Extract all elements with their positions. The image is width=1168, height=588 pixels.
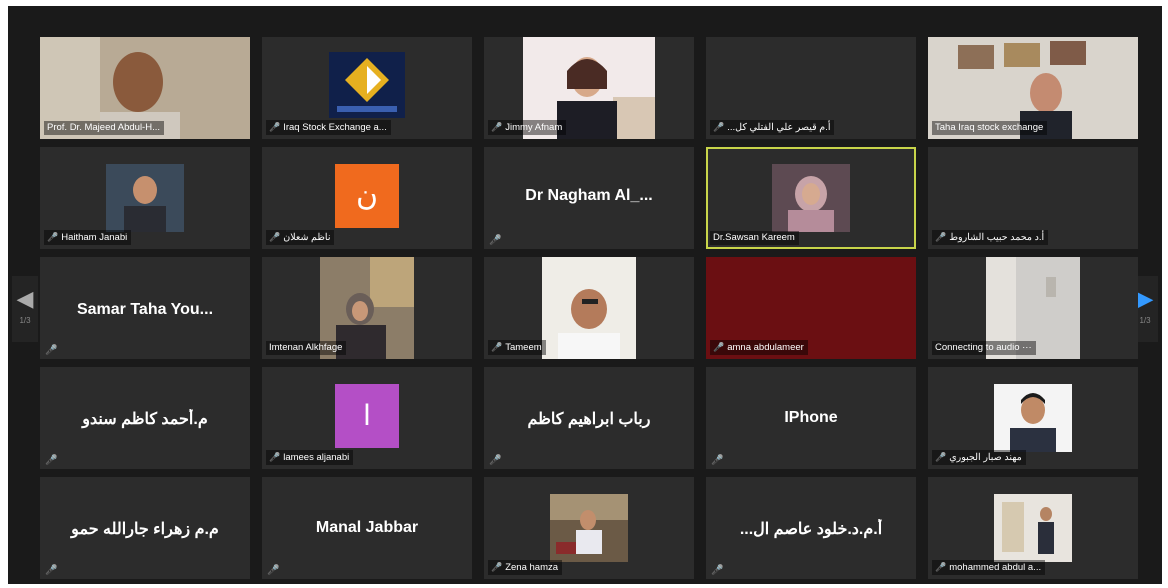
participant-tile[interactable]: Taha Iraq stock exchange bbox=[928, 37, 1138, 139]
participant-tile[interactable]: l 🎤 lamees aljanabi bbox=[262, 367, 472, 469]
participant-tile[interactable]: ...أ.م.د.خلود عاصم ال 🎤 bbox=[706, 477, 916, 579]
participant-label: 🎤 ...أ.م قيصر علي الفتلي كل bbox=[710, 120, 835, 135]
participant-label: 🎤 أ.د محمد حبيب الشاروط bbox=[932, 230, 1049, 245]
muted-mic-icon: 🎤 bbox=[45, 345, 58, 356]
participant-name: IPhone bbox=[784, 409, 838, 426]
muted-mic-icon: 🎤 bbox=[935, 562, 947, 572]
muted-mic-icon: 🎤 bbox=[269, 452, 281, 462]
participant-label: 🎤 Tameem bbox=[488, 340, 546, 355]
participant-label: 🎤 mohammed abdul a... bbox=[932, 560, 1046, 575]
participant-name: م.م زهراء جارالله حمو bbox=[71, 521, 219, 538]
participant-video bbox=[772, 164, 850, 232]
participant-tile[interactable]: 🎤 Haitham Janabi bbox=[40, 147, 250, 249]
participant-label: 🎤 ناظم شعلان bbox=[266, 230, 335, 245]
participant-tile[interactable]: Imtenan Alkhfage bbox=[262, 257, 472, 359]
participant-tile[interactable]: Samar Taha You... 🎤 bbox=[40, 257, 250, 359]
muted-mic-icon: 🎤 bbox=[45, 455, 58, 466]
iraq-stock-exchange-logo bbox=[329, 52, 405, 118]
participant-tile[interactable]: 🎤 Iraq Stock Exchange a... bbox=[262, 37, 472, 139]
muted-mic-icon: 🎤 bbox=[711, 565, 724, 576]
muted-mic-icon: 🎤 bbox=[491, 562, 503, 572]
participant-tile[interactable]: 🎤 mohammed abdul a... bbox=[928, 477, 1138, 579]
page-indicator-left: 1/3 bbox=[19, 316, 31, 325]
muted-mic-icon: 🎤 bbox=[45, 565, 58, 576]
muted-mic-icon: 🎤 bbox=[711, 455, 724, 466]
muted-mic-icon: 🎤 bbox=[713, 122, 725, 132]
participant-tile[interactable]: Dr Nagham Al_... 🎤 bbox=[484, 147, 694, 249]
participant-label: Dr.Sawsan Kareem bbox=[710, 231, 799, 245]
participant-name: Dr Nagham Al_... bbox=[525, 187, 653, 204]
muted-mic-icon: 🎤 bbox=[489, 455, 502, 466]
participant-tile-active-speaker[interactable]: Dr.Sawsan Kareem bbox=[706, 147, 916, 249]
participant-name: رباب ابراهيم كاظم bbox=[527, 411, 651, 428]
participant-video bbox=[550, 494, 628, 562]
participant-label: Prof. Dr. Majeed Abdul-H... bbox=[44, 121, 164, 135]
meeting-window: ◀ 1/3 ▶ 1/3 Prof. Dr. Majeed Abdul-H... bbox=[8, 6, 1162, 584]
participant-tile[interactable]: Connecting to audio ··· bbox=[928, 257, 1138, 359]
muted-mic-icon: 🎤 bbox=[269, 122, 281, 132]
participant-tile[interactable]: 🎤 ...أ.م قيصر علي الفتلي كل bbox=[706, 37, 916, 139]
participant-tile[interactable]: 🎤 Zena hamza bbox=[484, 477, 694, 579]
muted-mic-icon: 🎤 bbox=[935, 452, 947, 462]
participant-tile[interactable]: Manal Jabbar 🎤 bbox=[262, 477, 472, 579]
muted-mic-icon: 🎤 bbox=[267, 565, 280, 576]
muted-mic-icon: 🎤 bbox=[269, 232, 281, 242]
participant-video bbox=[106, 164, 184, 232]
prev-page-button[interactable]: ◀ 1/3 bbox=[12, 276, 38, 342]
muted-mic-icon: 🎤 bbox=[713, 342, 725, 352]
participant-label: 🎤 Haitham Janabi bbox=[44, 230, 132, 245]
participant-video bbox=[994, 494, 1072, 562]
participant-label: 🎤 lamees aljanabi bbox=[266, 450, 354, 465]
participant-tile[interactable]: IPhone 🎤 bbox=[706, 367, 916, 469]
participant-label: 🎤 Jimmy Afnam bbox=[488, 120, 567, 135]
chevron-left-icon: ◀ bbox=[16, 286, 34, 311]
muted-mic-icon: 🎤 bbox=[491, 122, 503, 132]
participant-tile[interactable]: م.أحمد كاظم سندو 🎤 bbox=[40, 367, 250, 469]
muted-mic-icon: 🎤 bbox=[47, 232, 59, 242]
participant-tile[interactable]: ن 🎤 ناظم شعلان bbox=[262, 147, 472, 249]
participant-label: 🎤 amna abdulameer bbox=[710, 340, 808, 355]
participant-name: ...أ.م.د.خلود عاصم ال bbox=[739, 521, 883, 538]
participant-label: Taha Iraq stock exchange bbox=[932, 121, 1048, 135]
participant-tile[interactable]: Prof. Dr. Majeed Abdul-H... bbox=[40, 37, 250, 139]
avatar: ن bbox=[335, 164, 399, 228]
participant-tile[interactable]: م.م زهراء جارالله حمو 🎤 bbox=[40, 477, 250, 579]
participant-tile[interactable]: 🎤 Jimmy Afnam bbox=[484, 37, 694, 139]
participant-label: Imtenan Alkhfage bbox=[266, 341, 347, 355]
muted-mic-icon: 🎤 bbox=[935, 232, 947, 242]
participant-label: Connecting to audio ··· bbox=[932, 341, 1036, 355]
participant-label: 🎤 مهند صبار الجبوري bbox=[932, 450, 1026, 465]
participant-name: Manal Jabbar bbox=[315, 519, 419, 536]
participant-label: 🎤 Iraq Stock Exchange a... bbox=[266, 120, 391, 135]
participant-tile[interactable]: 🎤 amna abdulameer bbox=[706, 257, 916, 359]
muted-mic-icon: 🎤 bbox=[489, 235, 502, 246]
muted-mic-icon: 🎤 bbox=[491, 342, 503, 352]
participant-grid: Prof. Dr. Majeed Abdul-H... 🎤 Iraq Stock … bbox=[40, 37, 1138, 581]
participant-video bbox=[542, 257, 636, 359]
participant-tile[interactable]: 🎤 مهند صبار الجبوري bbox=[928, 367, 1138, 469]
participant-video bbox=[994, 384, 1072, 452]
participant-name: Samar Taha You... bbox=[76, 301, 214, 318]
participant-name: م.أحمد كاظم سندو bbox=[82, 411, 208, 428]
participant-tile[interactable]: رباب ابراهيم كاظم 🎤 bbox=[484, 367, 694, 469]
participant-label: 🎤 Zena hamza bbox=[488, 560, 563, 575]
avatar: l bbox=[335, 384, 399, 448]
participant-tile[interactable]: 🎤 Tameem bbox=[484, 257, 694, 359]
participant-tile[interactable]: 🎤 أ.د محمد حبيب الشاروط bbox=[928, 147, 1138, 249]
